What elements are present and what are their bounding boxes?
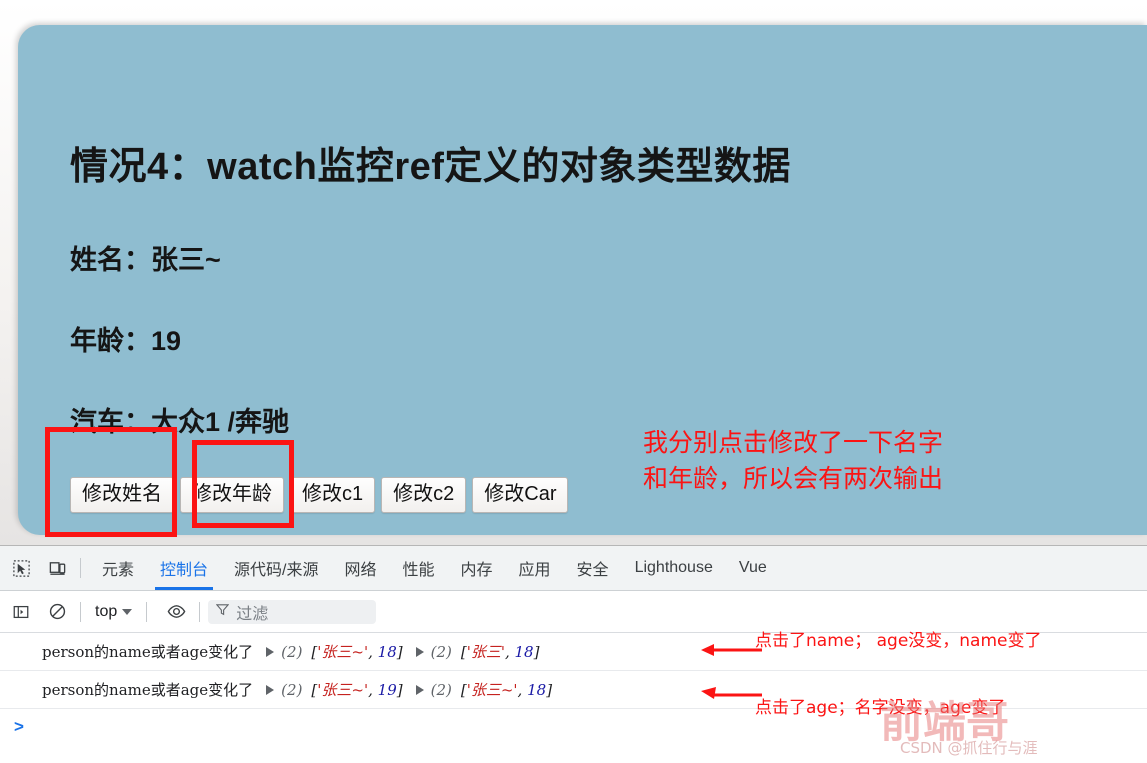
execution-context-select[interactable]: top: [89, 601, 138, 623]
log-message: person的name或者age变化了: [42, 643, 254, 661]
array-string-value: '张三~': [317, 681, 369, 699]
filter-placeholder: 过滤: [236, 605, 269, 623]
live-expression-eye-icon[interactable]: [161, 597, 191, 627]
array-number-value: 19: [377, 681, 397, 699]
annotation-note-2: 点击了age；名字没变，age变了: [755, 698, 1006, 718]
array-number-value: 18: [377, 643, 397, 661]
tab-elements[interactable]: 元素: [89, 546, 147, 590]
inspect-element-icon[interactable]: [6, 553, 36, 583]
tab-memory[interactable]: 内存: [448, 546, 506, 590]
array-preview-new: ['张三~', 18]: [311, 643, 403, 661]
change-car-button[interactable]: 修改Car: [472, 477, 569, 513]
console-toolbar-divider-1: [80, 601, 81, 622]
expand-arrow-icon[interactable]: [266, 646, 275, 657]
change-c2-button[interactable]: 修改c2: [381, 477, 467, 513]
array-preview-old: ['张三', 18]: [460, 643, 540, 661]
field-name-value: 张三~: [151, 245, 221, 275]
field-age-label: 年龄：: [70, 326, 151, 356]
console-sidebar-icon[interactable]: [6, 597, 36, 627]
change-c1-button[interactable]: 修改c1: [290, 477, 376, 513]
tab-security[interactable]: 安全: [564, 546, 622, 590]
clear-console-icon[interactable]: [42, 597, 72, 627]
device-toolbar-icon[interactable]: [42, 553, 72, 583]
execution-context-label: top: [95, 602, 118, 620]
field-name: 姓名：张三~: [70, 238, 221, 277]
console-toolbar-divider-2: [146, 601, 148, 622]
demo-panel: 情况4：watch监控ref定义的对象类型数据 姓名：张三~ 年龄：19 汽车：…: [18, 25, 1147, 535]
expand-arrow-icon[interactable]: [415, 684, 424, 695]
array-string-value: '张三~': [466, 681, 518, 699]
highlight-box-change-age: [192, 440, 294, 528]
tab-network[interactable]: 网络: [331, 546, 389, 590]
toolbar-divider: [80, 558, 81, 578]
array-number-value: 18: [527, 681, 547, 699]
field-age-value: 19: [151, 326, 182, 356]
array-preview-new: ['张三~', 19]: [311, 681, 403, 699]
browser-viewport: 情况4：watch监控ref定义的对象类型数据 姓名：张三~ 年龄：19 汽车：…: [0, 0, 1147, 545]
tab-sources[interactable]: 源代码/来源: [221, 546, 331, 590]
tab-console[interactable]: 控制台: [147, 546, 221, 590]
filter-input[interactable]: 过滤: [208, 599, 377, 624]
devtools-tabbar: 元素 控制台 源代码/来源 网络 性能 内存 应用 安全 Lighthouse …: [0, 546, 1147, 591]
array-string-value: '张三~': [317, 643, 369, 661]
tab-application[interactable]: 应用: [506, 546, 564, 590]
tab-vue[interactable]: Vue: [726, 546, 780, 590]
devtools-panel: 元素 控制台 源代码/来源 网络 性能 内存 应用 安全 Lighthouse …: [0, 545, 1147, 763]
console-toolbar: top 过滤: [0, 591, 1147, 633]
array-length-badge: (2): [281, 642, 303, 661]
expand-arrow-icon[interactable]: [266, 684, 275, 695]
chevron-down-icon: [122, 608, 133, 615]
expand-arrow-icon[interactable]: [415, 646, 424, 657]
tab-lighthouse[interactable]: Lighthouse: [622, 546, 726, 590]
page-annotation-line-2: 和年龄，所以会有两次输出: [643, 463, 944, 493]
array-number-value: 18: [514, 643, 534, 661]
array-preview-old: ['张三~', 18]: [460, 681, 553, 699]
array-string-value: '张三': [466, 643, 505, 661]
page-title: 情况4：watch监控ref定义的对象类型数据: [70, 146, 791, 188]
prompt-chevron-icon: >: [14, 717, 24, 736]
page-annotation-line-1: 我分别点击修改了一下名字: [643, 428, 944, 457]
page-annotation-note: 我分别点击修改了一下名字 和年龄，所以会有两次输出: [643, 425, 943, 496]
array-length-badge: (2): [430, 680, 452, 699]
field-age: 年龄：19: [70, 319, 181, 358]
field-name-label: 姓名：: [70, 245, 151, 275]
filter-funnel-icon: [215, 603, 230, 621]
highlight-box-change-name: [45, 427, 177, 537]
log-message: person的name或者age变化了: [42, 681, 254, 699]
console-toolbar-divider-3: [199, 601, 201, 622]
array-length-badge: (2): [430, 642, 452, 661]
array-length-badge: (2): [281, 680, 303, 699]
tab-performance[interactable]: 性能: [390, 546, 448, 590]
annotation-note-1: 点击了name； age没变，name变了: [755, 631, 1042, 651]
